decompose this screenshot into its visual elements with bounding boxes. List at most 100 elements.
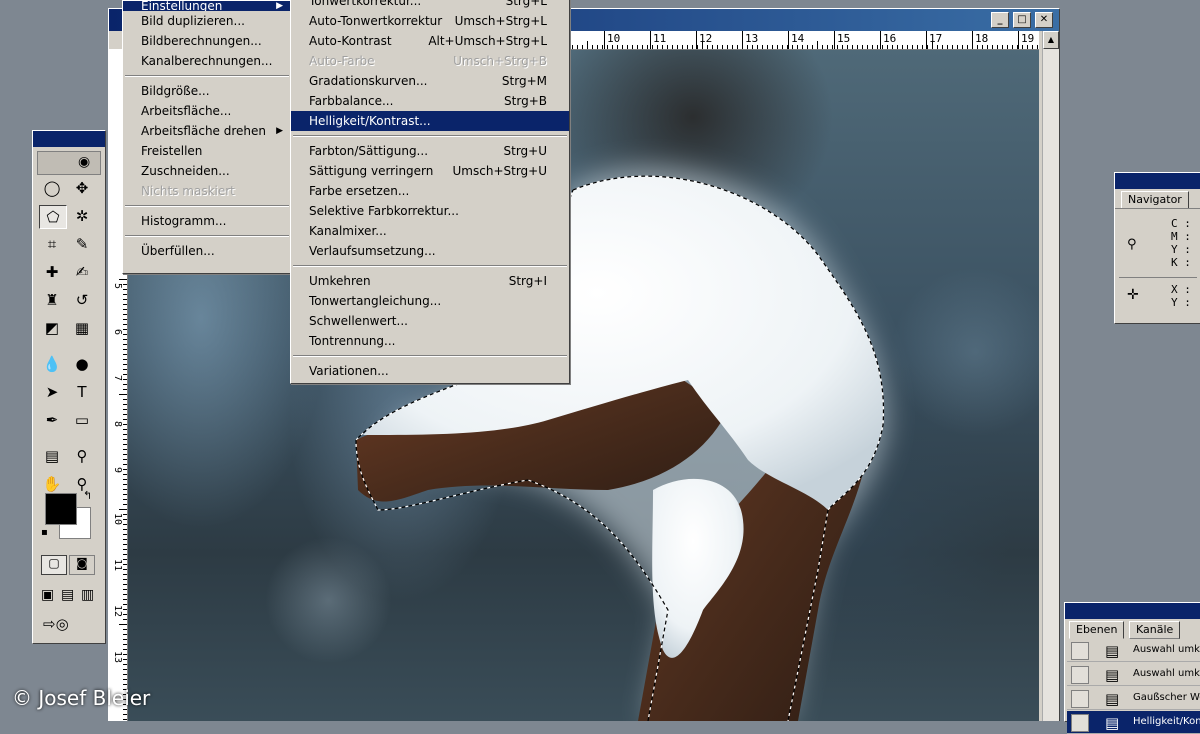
menu-item-einstellungen[interactable]: Einstellungen ▶: [123, 1, 291, 11]
menu-item-variationen[interactable]: Variationen...: [291, 361, 569, 381]
menu-item-freistellen[interactable]: Freistellen: [123, 141, 291, 161]
menu-item-kanalmixer[interactable]: Kanalmixer...: [291, 221, 569, 241]
type-icon[interactable]: T: [69, 381, 95, 403]
menu-item-label: Arbeitsfläche drehen: [141, 124, 267, 138]
info-xy-label: Y :: [1171, 296, 1191, 309]
menu-item-farbbalance[interactable]: Farbbalance... Strg+B: [291, 91, 569, 111]
layer-visibility-toggle[interactable]: [1071, 714, 1089, 732]
info-panel: Navigator ⚲ C :M :Y :K : ✛ X :Y :: [1114, 172, 1200, 324]
menu-item-überfüllen[interactable]: Überfüllen...: [123, 241, 291, 261]
hand-icon[interactable]: ✋: [39, 473, 65, 495]
foreground-color-swatch[interactable]: [45, 493, 77, 525]
jump-to-imageready-icon[interactable]: ⇨◎: [43, 615, 69, 633]
layer-row[interactable]: ▤ Helligkeit/Kontrast: [1067, 711, 1200, 734]
layer-visibility-toggle[interactable]: [1071, 642, 1089, 660]
layers-panel-titlebar[interactable]: [1065, 603, 1200, 619]
eraser-icon[interactable]: ◩: [39, 317, 65, 339]
pen-icon[interactable]: ✒: [39, 409, 65, 431]
menu-item-label: Umkehren: [309, 274, 371, 288]
menu-item-bildgröße[interactable]: Bildgröße...: [123, 81, 291, 101]
menu-item-tontrennung[interactable]: Tontrennung...: [291, 331, 569, 351]
menu-item-verlaufsumsetzung[interactable]: Verlaufsumsetzung...: [291, 241, 569, 261]
menu-separator: [293, 135, 567, 137]
menu-item-label: Farbe ersetzen...: [309, 184, 410, 198]
scroll-up-button[interactable]: ▲: [1043, 31, 1059, 49]
menu-item-umkehren[interactable]: Umkehren Strg+I: [291, 271, 569, 291]
polygon-lasso-icon[interactable]: ⬠: [39, 205, 67, 229]
dodge-icon[interactable]: ●: [69, 353, 95, 375]
menu-item-kanalberechnungen[interactable]: Kanalberechnungen...: [123, 51, 291, 71]
menu-item-bild-duplizieren[interactable]: Bild duplizieren...: [123, 11, 291, 31]
menu-item-shortcut: Alt+Umsch+Strg+L: [428, 34, 547, 48]
ruler-tick-label: 12: [112, 605, 123, 618]
quick-mask-icon[interactable]: ◙: [69, 555, 95, 575]
magic-wand-icon[interactable]: ✲: [69, 205, 95, 227]
menu-item-bildberechnungen[interactable]: Bildberechnungen...: [123, 31, 291, 51]
move-icon[interactable]: ✥: [69, 177, 95, 199]
menu-item-label: Arbeitsfläche...: [141, 104, 232, 118]
menu-item-farbe-ersetzen[interactable]: Farbe ersetzen...: [291, 181, 569, 201]
menu-item-gradationskurven[interactable]: Gradationskurven... Strg+M: [291, 71, 569, 91]
menu-item-label: Farbbalance...: [309, 94, 394, 108]
menu-item-farbton-sättigung[interactable]: Farbton/Sättigung... Strg+U: [291, 141, 569, 161]
standard-mode-icon[interactable]: ▢: [41, 555, 67, 575]
vertical-scrollbar[interactable]: ▲: [1042, 31, 1059, 721]
lasso-icon[interactable]: ◯: [39, 177, 65, 199]
menu-item-arbeitsfläche[interactable]: Arbeitsfläche...: [123, 101, 291, 121]
menu-item-tonwertangleichung[interactable]: Tonwertangleichung...: [291, 291, 569, 311]
tab-layers[interactable]: Ebenen: [1069, 621, 1125, 639]
gradient-icon[interactable]: ▦: [69, 317, 95, 339]
tab-channels[interactable]: Kanäle: [1129, 621, 1181, 639]
menu-item-sättigung-verringern[interactable]: Sättigung verringern Umsch+Strg+U: [291, 161, 569, 181]
layer-action-icon: ▤: [1105, 714, 1120, 732]
layer-visibility-toggle[interactable]: [1071, 690, 1089, 708]
close-button[interactable]: ✕: [1035, 12, 1053, 28]
image-menu: Einstellungen ▶ Bild duplizieren... Bildb…: [122, 0, 292, 274]
info-panel-titlebar[interactable]: [1115, 173, 1200, 189]
menu-item-selektive-farbkorrektur[interactable]: Selektive Farbkorrektur...: [291, 201, 569, 221]
menu-item-label: Tonwertkorrektur...: [309, 0, 422, 8]
slice-icon[interactable]: ✎: [69, 233, 95, 255]
brush-icon[interactable]: ✍: [69, 261, 95, 283]
tool-palette-titlebar[interactable]: [33, 131, 105, 147]
tab-navigator[interactable]: Navigator: [1121, 191, 1189, 209]
healing-brush-icon[interactable]: ✚: [39, 261, 65, 283]
menu-item-tonwertkorrektur[interactable]: Tonwertkorrektur... Strg+L: [291, 0, 569, 11]
layer-row[interactable]: ▤ Auswahl umkehren: [1067, 639, 1200, 662]
crop-icon[interactable]: ⌗: [39, 233, 65, 255]
notes-icon[interactable]: ▤: [39, 445, 65, 467]
shape-icon[interactable]: ▭: [69, 409, 95, 431]
layer-row[interactable]: ▤ Gaußscher Weichzeichner: [1067, 687, 1200, 710]
layer-action-icon: ▤: [1105, 666, 1120, 684]
path-select-icon[interactable]: ➤: [39, 381, 65, 403]
menu-item-auto-kontrast[interactable]: Auto-Kontrast Alt+Umsch+Strg+L: [291, 31, 569, 51]
photoshop-eye-logo[interactable]: ◉: [37, 151, 101, 175]
menu-item-helligkeit-kontrast[interactable]: Helligkeit/Kontrast...: [291, 111, 569, 131]
layer-visibility-toggle[interactable]: [1071, 666, 1089, 684]
default-colors-icon[interactable]: ▪: [41, 527, 48, 538]
layers-panel: Ebenen Kanäle ▤ Auswahl umkehren ▤ Auswahl …: [1064, 602, 1200, 734]
info-cmyk-label: Y :: [1171, 243, 1191, 256]
menu-item-histogramm[interactable]: Histogramm...: [123, 211, 291, 231]
stamp-icon[interactable]: ♜: [39, 289, 65, 311]
menu-item-label: Selektive Farbkorrektur...: [309, 204, 459, 218]
screen-mode-full-icon[interactable]: ▥: [81, 587, 94, 603]
swap-colors-icon[interactable]: ↰: [83, 489, 92, 502]
blur-icon[interactable]: 💧: [39, 353, 65, 375]
menu-item-label: Farbton/Sättigung...: [309, 144, 429, 158]
menu-item-zuschneiden[interactable]: Zuschneiden...: [123, 161, 291, 181]
menu-item-arbeitsfläche-drehen[interactable]: Arbeitsfläche drehen ▶: [123, 121, 291, 141]
info-cmyk-label: C :: [1171, 217, 1191, 230]
layer-row[interactable]: ▤ Auswahl umkehren: [1067, 663, 1200, 686]
screen-mode-menu-icon[interactable]: ▤: [61, 587, 74, 603]
eyedropper-icon[interactable]: ⚲: [69, 445, 95, 467]
layer-action-icon: ▤: [1105, 690, 1120, 708]
menu-item-shortcut: Strg+B: [504, 94, 547, 108]
menu-item-schwellenwert[interactable]: Schwellenwert...: [291, 311, 569, 331]
layer-name: Auswahl umkehren: [1133, 668, 1200, 679]
minimize-button[interactable]: _: [991, 12, 1009, 28]
menu-item-auto-tonwertkorrektur[interactable]: Auto-Tonwertkorrektur Umsch+Strg+L: [291, 11, 569, 31]
screen-mode-standard-icon[interactable]: ▣: [41, 587, 54, 603]
history-brush-icon[interactable]: ↺: [69, 289, 95, 311]
maximize-button[interactable]: □: [1013, 12, 1031, 28]
